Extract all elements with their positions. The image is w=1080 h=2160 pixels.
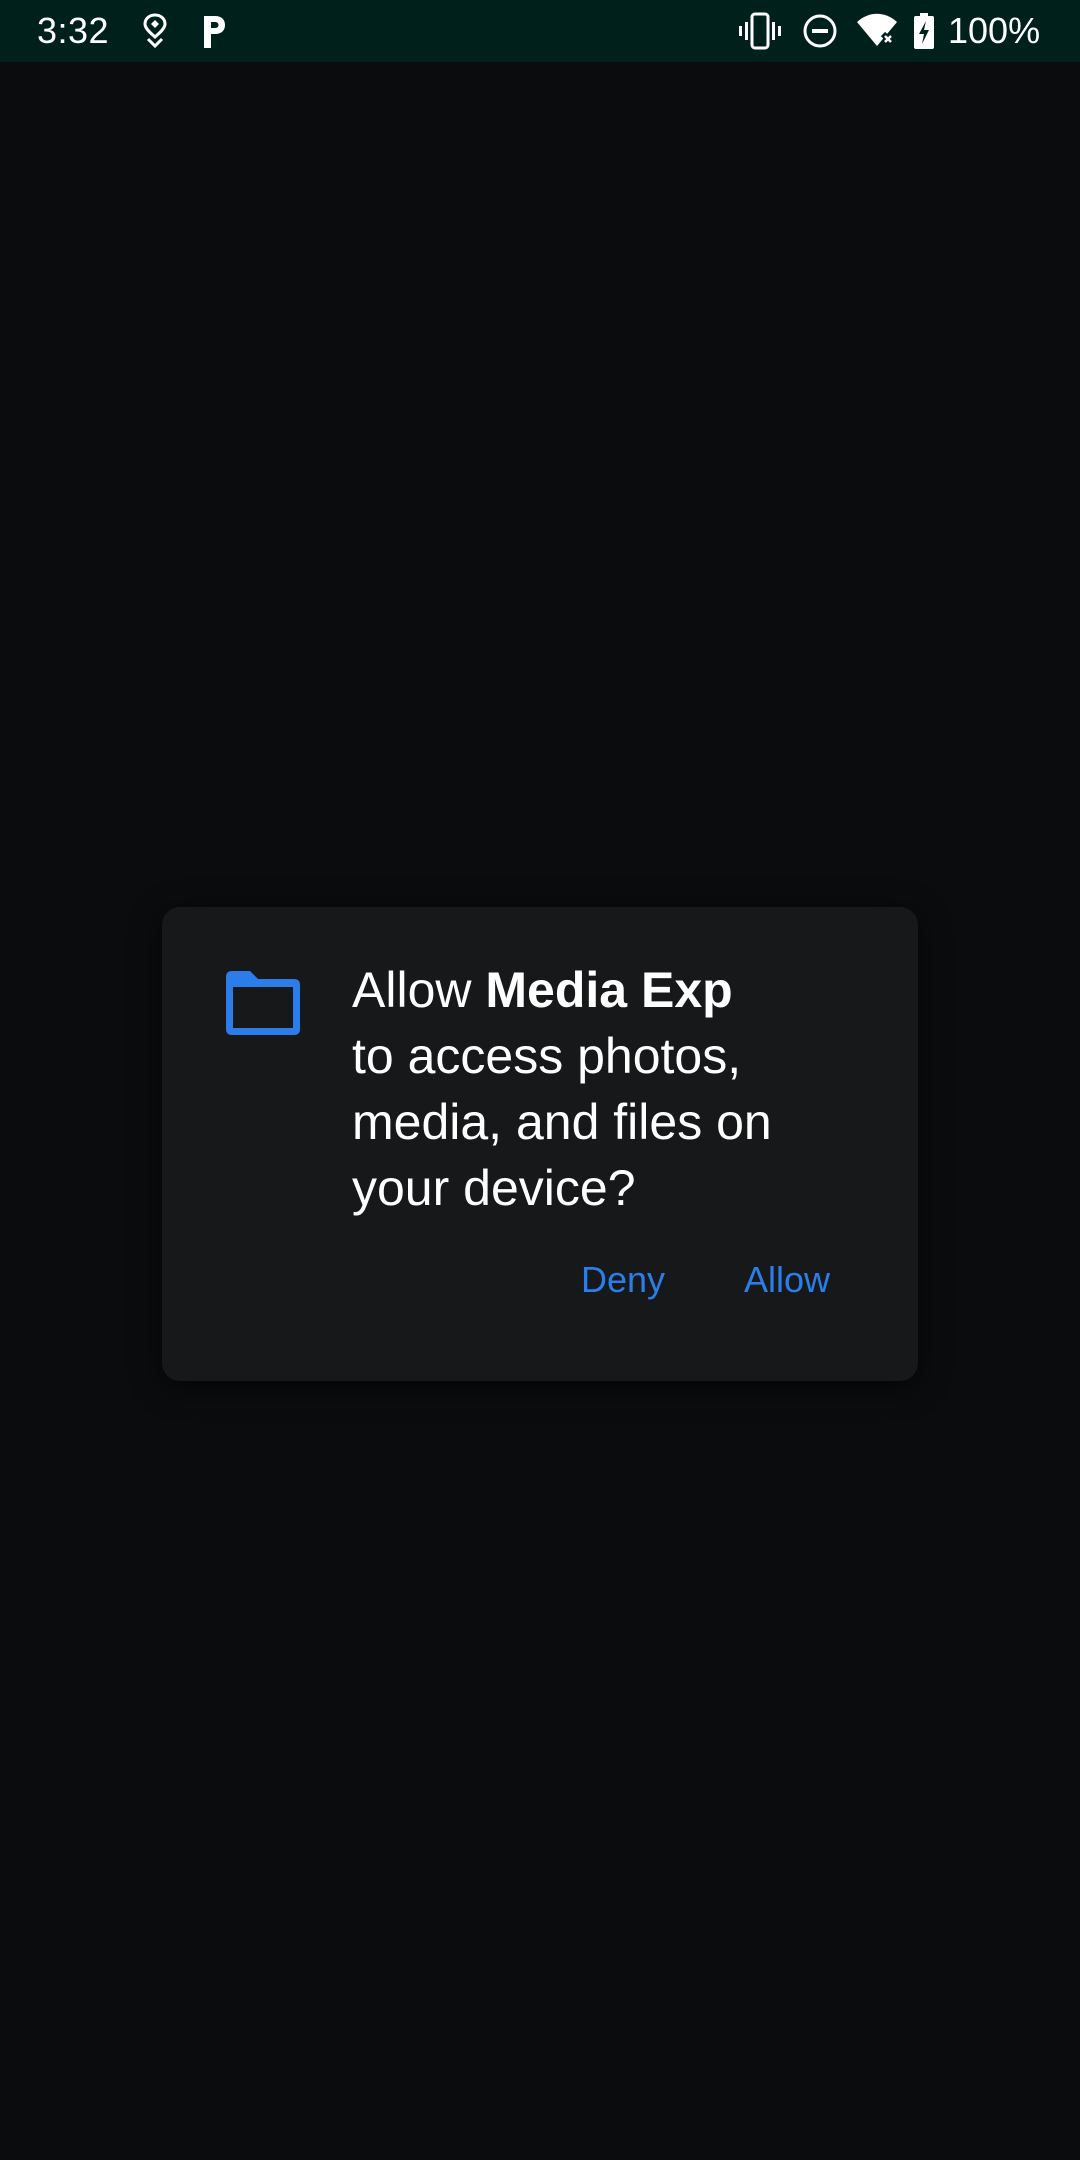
vibrate-icon: [739, 12, 781, 50]
deny-button[interactable]: Deny: [581, 1257, 665, 1303]
message-suffix: to access photos, media, and files on yo…: [352, 1028, 772, 1216]
wifi-no-internet-icon: [857, 13, 897, 47]
location-pin-icon: [143, 13, 167, 49]
permission-dialog: Allow Media Exp to access photos, media,…: [162, 907, 918, 1381]
app-name: Media Exp: [485, 962, 733, 1018]
status-time: 3:32: [37, 10, 110, 51]
battery-charging-icon: [914, 13, 934, 49]
battery-percentage: 100%: [948, 10, 1041, 51]
allow-button[interactable]: Allow: [744, 1257, 830, 1303]
parking-app-icon: [204, 16, 225, 48]
folder-icon: [226, 971, 300, 1035]
message-prefix: Allow: [352, 962, 486, 1018]
permission-message: Allow Media Exp to access photos, media,…: [352, 957, 872, 1221]
status-bar: 3:32 100%: [0, 0, 1080, 62]
do-not-disturb-icon: [803, 14, 837, 48]
